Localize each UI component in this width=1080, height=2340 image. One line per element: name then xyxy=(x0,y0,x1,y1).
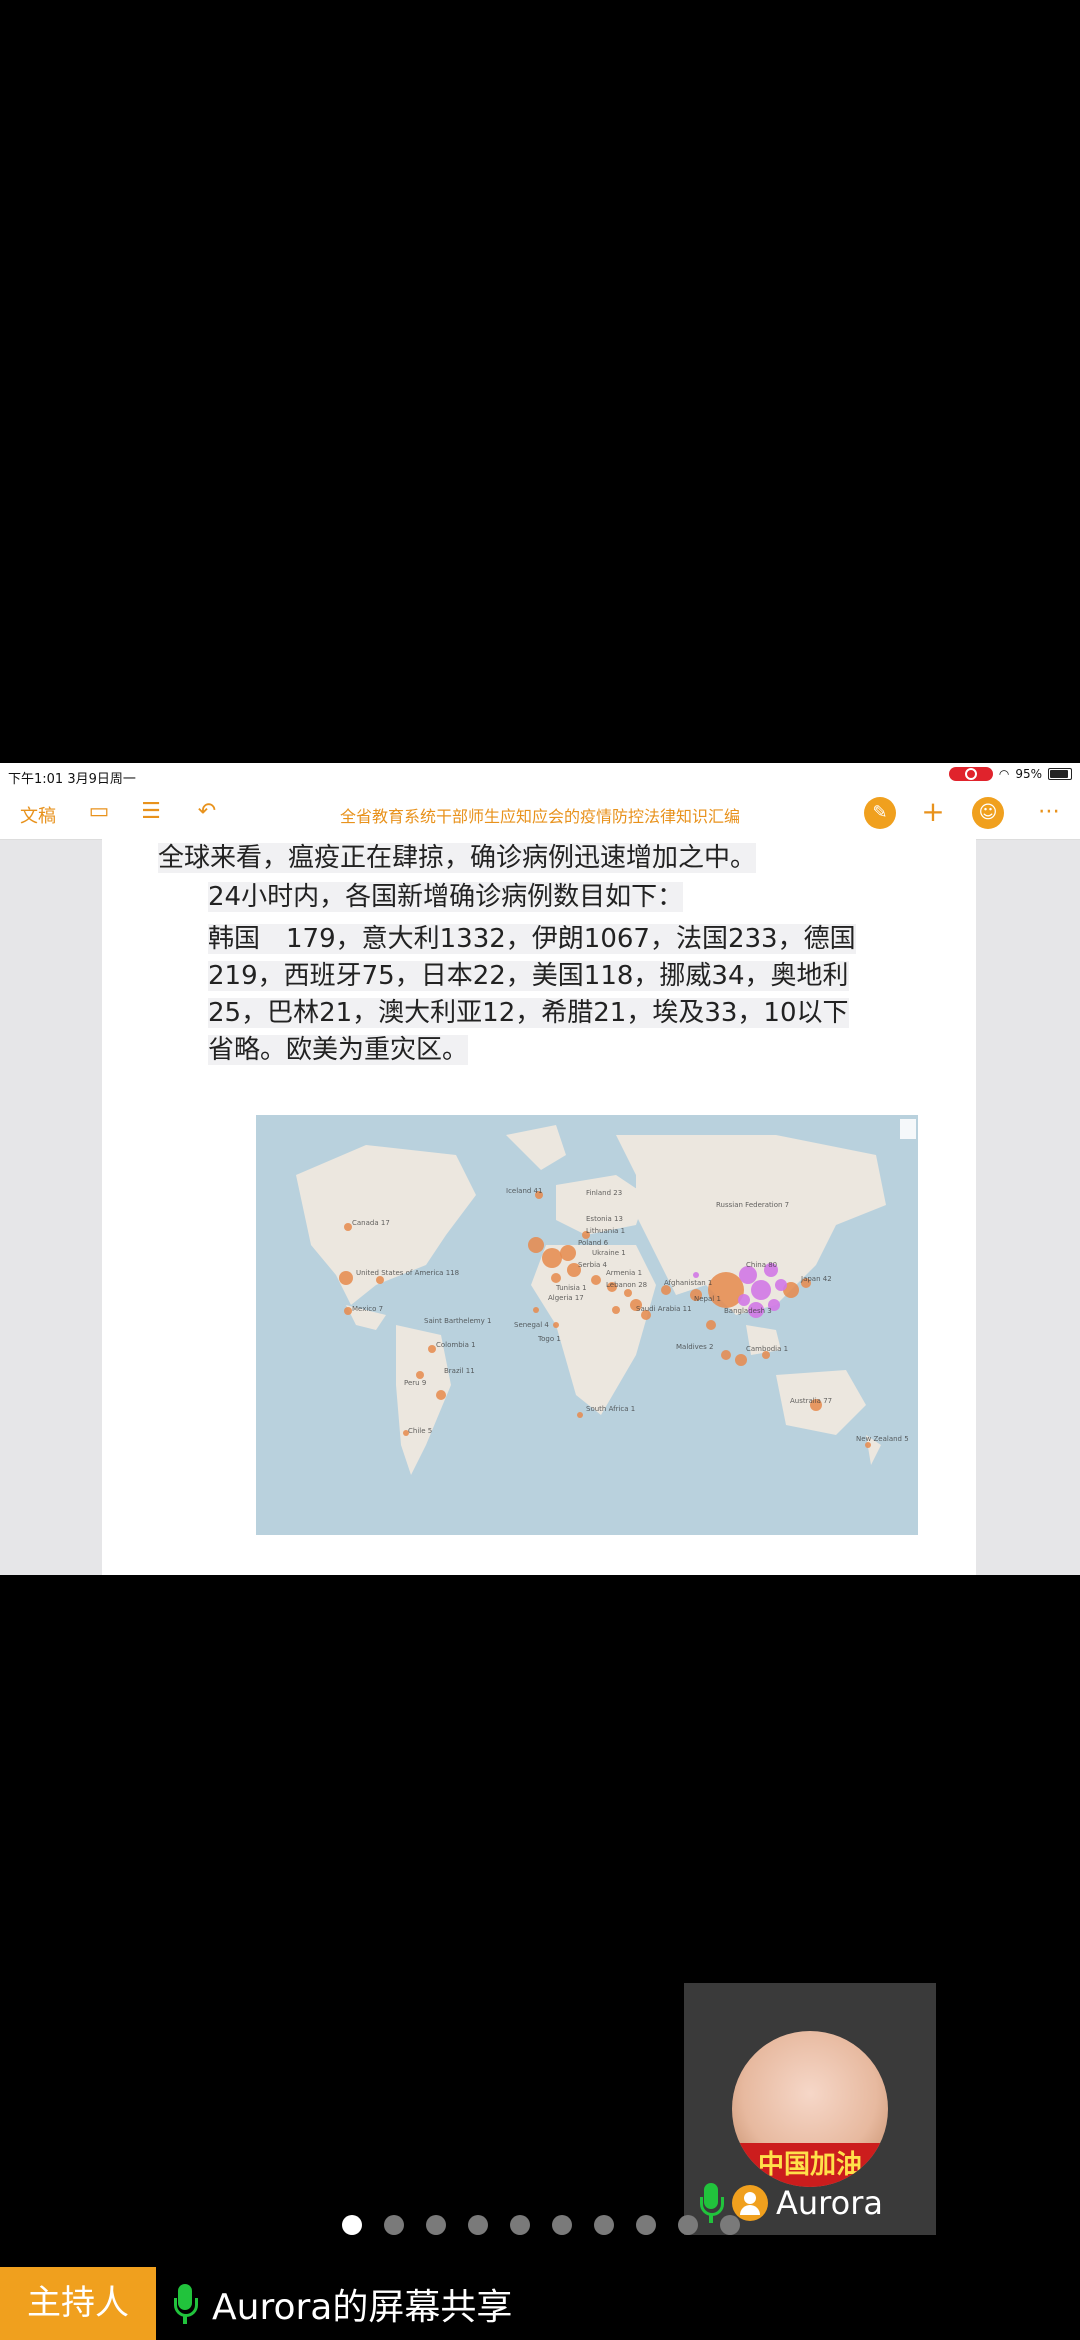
map-label: Togo 1 xyxy=(537,1335,561,1343)
world-cases-map: Canada 17 United States of America 118 M… xyxy=(256,1115,918,1535)
participant-name: Aurora xyxy=(776,2184,883,2222)
page-dot[interactable] xyxy=(426,2215,446,2235)
map-label: Tunisia 1 xyxy=(555,1284,587,1292)
screen-record-icon xyxy=(948,767,993,781)
map-label: Ukraine 1 xyxy=(592,1249,626,1257)
screen-share-title: Aurora的屏幕共享 xyxy=(212,2286,513,2328)
map-label: Algeria 17 xyxy=(548,1294,584,1302)
undo-icon[interactable]: ↶ xyxy=(194,799,220,825)
battery-percent: 95% xyxy=(1015,767,1042,781)
map-label: Nepal 1 xyxy=(694,1295,721,1303)
map-label: Japan 42 xyxy=(800,1275,832,1283)
map-label: Bangladesh 3 xyxy=(724,1307,772,1315)
map-label: Chile 5 xyxy=(408,1427,432,1435)
page-dot[interactable] xyxy=(552,2215,572,2235)
map-label: Cambodia 1 xyxy=(746,1345,788,1353)
map-label: Senegal 4 xyxy=(514,1321,549,1329)
map-label: Maldives 2 xyxy=(676,1343,713,1351)
document-title: 全省教育系统干部师生应知应会的疫情防控法律知识汇编 xyxy=(339,807,740,826)
map-label: Colombia 1 xyxy=(436,1341,476,1349)
page-dot[interactable] xyxy=(342,2215,362,2235)
pages-toolbar: 文稿 ▭ ☰ ↶ 全省教育系统干部师生应知应会的疫情防控法律知识汇编 ✎ + ☺… xyxy=(0,787,1080,840)
map-label: Saudi Arabia 11 xyxy=(636,1305,692,1313)
participant-video-tile[interactable]: 中国加油 Aurora xyxy=(684,1983,936,2235)
map-label: Iceland 41 xyxy=(506,1187,542,1195)
screen-share-label: Aurora的屏幕共享 xyxy=(172,2267,512,2340)
map-label: Brazil 11 xyxy=(444,1367,475,1375)
avatar-banner-text: 中国加油 xyxy=(732,2143,888,2187)
more-icon[interactable]: ⋯ xyxy=(1036,799,1062,825)
map-label: Poland 6 xyxy=(578,1239,609,1247)
map-label: South Africa 1 xyxy=(586,1405,635,1413)
map-label: Finland 23 xyxy=(586,1189,622,1197)
map-label: Lithuania 1 xyxy=(586,1227,625,1235)
map-label: Serbia 4 xyxy=(578,1261,608,1269)
page-dot[interactable] xyxy=(678,2215,698,2235)
map-label: China 80 xyxy=(746,1261,777,1269)
map-label: Peru 9 xyxy=(404,1379,426,1387)
status-right: ◠ 95% xyxy=(948,767,1072,781)
map-layer-icon xyxy=(900,1119,916,1139)
paragraph-global: 全球来看，瘟疫正在肆掠，确诊病例迅速增加之中。 xyxy=(158,843,757,873)
paragraph-country-list: 韩国 179，意大利1332，伊朗1067，法国233，德国219，西班牙75，… xyxy=(208,924,856,1065)
ipad-status-bar: 下午1:01 3月9日周一 ◠ 95% xyxy=(0,763,1080,787)
map-label: Afghanistan 1 xyxy=(664,1279,712,1287)
mic-icon xyxy=(172,2283,198,2324)
page-dot[interactable] xyxy=(636,2215,656,2235)
format-brush-icon[interactable]: ✎ xyxy=(864,797,896,829)
map-label: Mexico 7 xyxy=(352,1305,383,1313)
map-label: Armenia 1 xyxy=(606,1269,642,1277)
add-icon[interactable]: + xyxy=(920,798,946,826)
map-label: Canada 17 xyxy=(352,1219,390,1227)
page-dot[interactable] xyxy=(510,2215,530,2235)
paragraph-24h: 24小时内，各国新增确诊病例数目如下： xyxy=(208,882,684,912)
list-icon[interactable]: ☰ xyxy=(138,799,164,825)
page-dot[interactable] xyxy=(468,2215,488,2235)
page-indicator[interactable] xyxy=(342,2215,740,2235)
page-dot[interactable] xyxy=(384,2215,404,2235)
wifi-icon: ◠ xyxy=(998,767,1010,781)
map-label: Australia 77 xyxy=(790,1397,832,1405)
documents-button[interactable]: 文稿 xyxy=(20,802,56,828)
page-dot[interactable] xyxy=(594,2215,614,2235)
status-time: 下午1:01 3月9日周一 xyxy=(8,772,136,787)
map-label: United States of America 118 xyxy=(356,1269,459,1277)
host-badge: 主持人 xyxy=(0,2267,156,2340)
map-label: Estonia 13 xyxy=(586,1215,623,1223)
map-label: New Zealand 5 xyxy=(856,1435,909,1443)
page-dot[interactable] xyxy=(720,2215,740,2235)
map-label: Lebanon 28 xyxy=(606,1281,647,1289)
view-layout-icon[interactable]: ▭ xyxy=(86,799,112,825)
map-label: Saint Barthelemy 1 xyxy=(424,1317,491,1325)
battery-icon xyxy=(1048,768,1072,780)
collaborate-icon[interactable]: ☺ xyxy=(972,797,1004,829)
participant-avatar: 中国加油 xyxy=(732,2031,888,2187)
map-label: Russian Federation 7 xyxy=(716,1201,789,1209)
